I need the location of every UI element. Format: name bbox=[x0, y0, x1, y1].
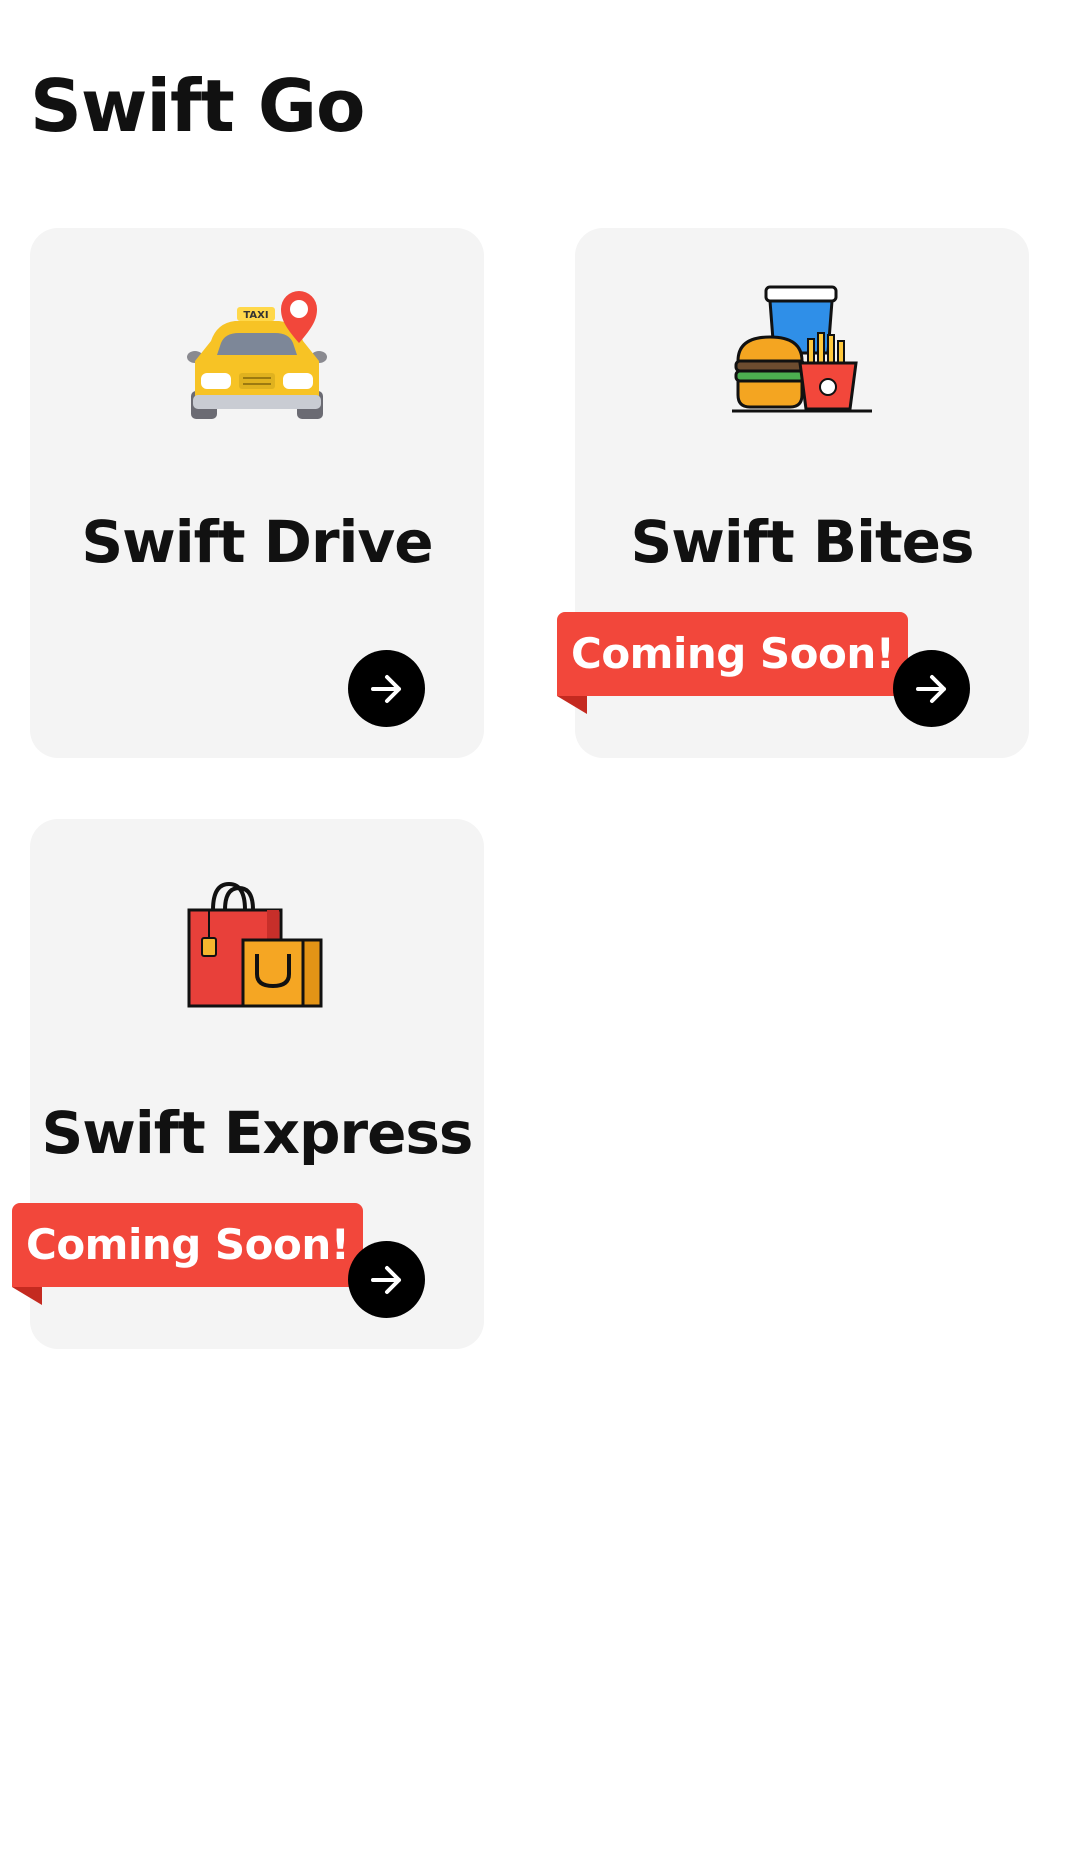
svg-text:TAXI: TAXI bbox=[243, 310, 268, 321]
arrow-right-icon bbox=[370, 674, 401, 703]
card-title: Swift Drive bbox=[81, 508, 433, 576]
service-card-swift-bites[interactable]: Swift Bites Coming Soon! bbox=[557, 228, 1029, 758]
go-arrow-button[interactable] bbox=[348, 650, 425, 727]
page-title: Swift Go bbox=[30, 64, 365, 148]
go-arrow-button[interactable] bbox=[348, 1241, 425, 1318]
badge-text: Coming Soon! bbox=[26, 1220, 350, 1269]
go-arrow-button[interactable] bbox=[893, 650, 970, 727]
badge-text: Coming Soon! bbox=[571, 629, 895, 678]
coming-soon-badge: Coming Soon! bbox=[557, 612, 909, 714]
arrow-right-icon bbox=[370, 1265, 401, 1294]
badge-fold bbox=[557, 696, 587, 714]
taxi-location-icon: TAXI bbox=[185, 283, 329, 427]
badge-fold bbox=[12, 1287, 42, 1305]
service-card-swift-drive[interactable]: TAXI Swift Drive bbox=[30, 228, 484, 758]
coming-soon-badge: Coming Soon! bbox=[12, 1203, 364, 1305]
service-card-swift-express[interactable]: Swift Express Coming Soon! bbox=[12, 819, 484, 1349]
card-title: Swift Express bbox=[41, 1099, 474, 1167]
fast-food-icon bbox=[730, 283, 874, 427]
arrow-right-icon bbox=[915, 674, 946, 703]
card-title: Swift Bites bbox=[630, 508, 974, 576]
shopping-bags-icon bbox=[185, 874, 329, 1018]
